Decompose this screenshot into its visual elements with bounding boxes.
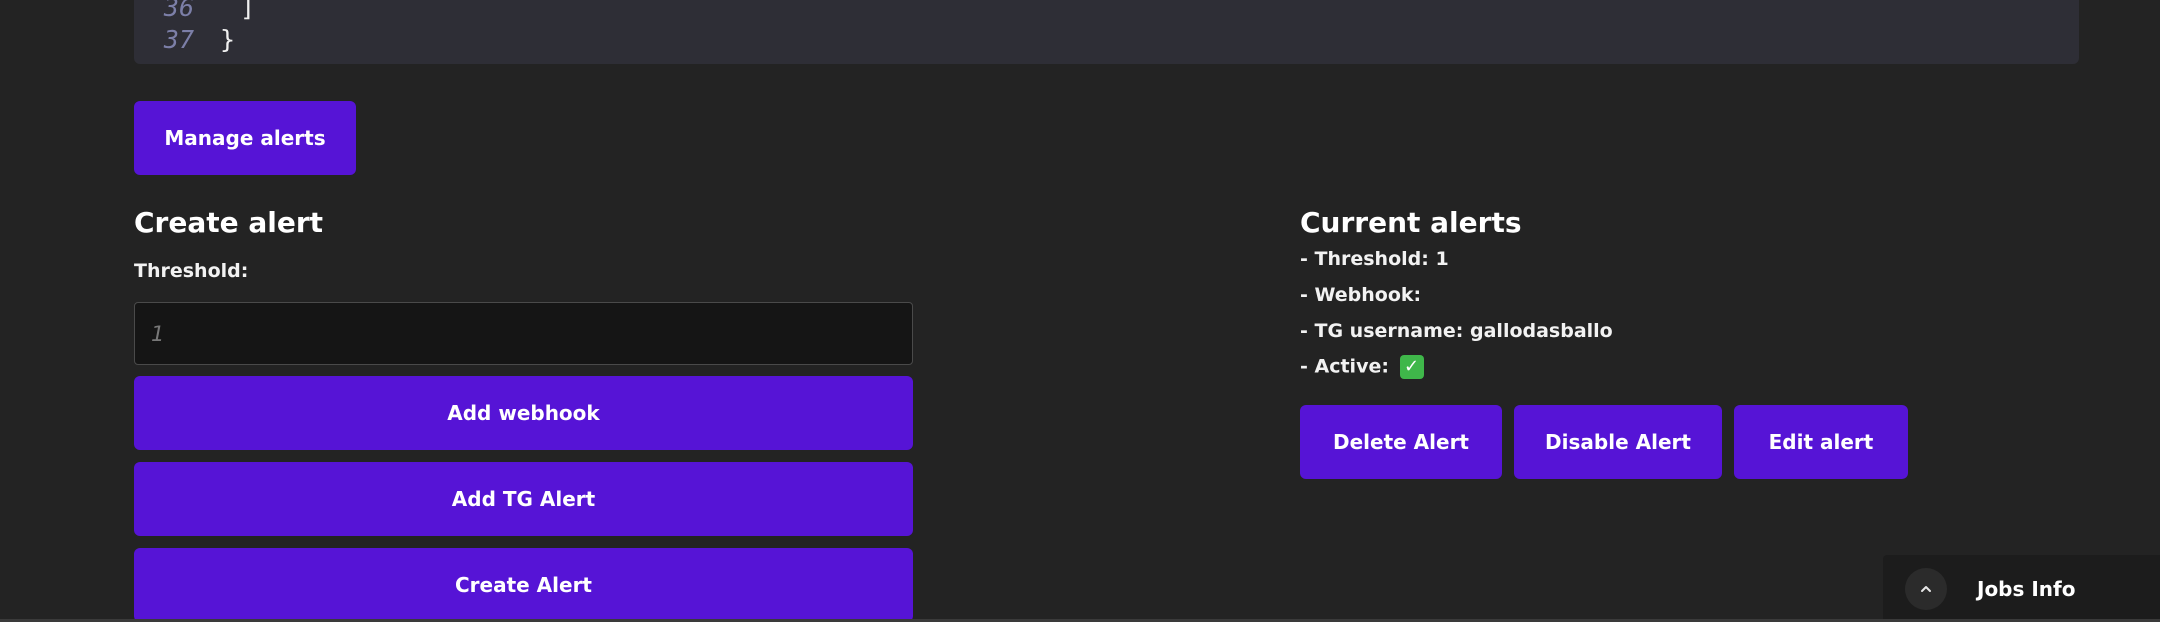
jobs-info-panel[interactable]: Jobs Info [1883,555,2160,622]
line-number: 37 [163,24,194,54]
code-text: ] [240,0,256,22]
json-code-block: 36 ] 37 } [134,0,2079,64]
line-number: 36 [163,0,194,22]
code-line: 36 ] [134,0,255,24]
check-mark-icon: ✓ [1399,355,1424,379]
create-alert-button[interactable]: Create Alert [134,548,913,622]
chevron-up-icon [1921,585,1931,592]
manage-alerts-button[interactable]: Manage alerts [134,101,356,175]
code-text: } [220,24,236,54]
alert-webhook: - Webhook: [1300,284,1422,306]
current-alerts-heading: Current alerts [1300,206,1522,239]
threshold-label: Threshold: [134,260,249,282]
alert-threshold: - Threshold: 1 [1300,248,1449,270]
page: 36 ] 37 } Manage alerts Create alert Thr… [0,0,2160,622]
create-alert-heading: Create alert [134,206,324,239]
edit-alert-button[interactable]: Edit alert [1734,405,1908,479]
add-webhook-button[interactable]: Add webhook [134,376,913,450]
jobs-info-label: Jobs Info [1977,576,2076,601]
alert-active-label: - Active: [1300,355,1389,378]
expand-jobs-button[interactable] [1905,567,1947,610]
delete-alert-button[interactable]: Delete Alert [1300,405,1502,479]
disable-alert-button[interactable]: Disable Alert [1514,405,1722,479]
alert-tg-username: - TG username: gallodasballo [1300,320,1613,342]
add-tg-alert-button[interactable]: Add TG Alert [134,462,913,536]
code-line: 37 } [134,22,235,56]
alert-active: - Active: ✓ [1300,355,1424,379]
threshold-input[interactable] [134,302,913,365]
